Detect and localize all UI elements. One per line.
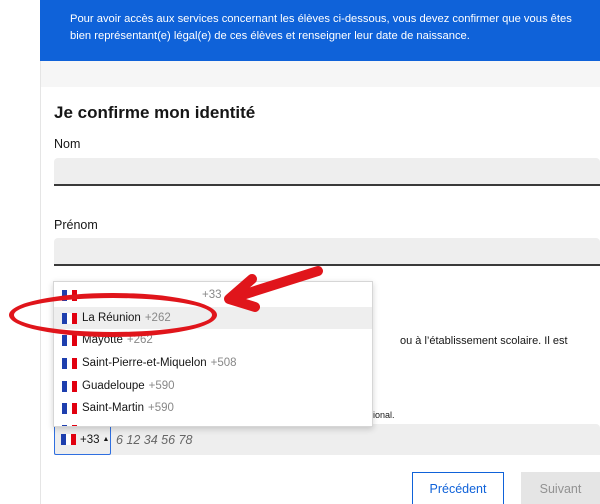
country-dropdown[interactable]: +33 La Réunion +262 Mayotte +262 Saint-P… <box>53 281 373 427</box>
dropdown-item-name: Saint-Pierre-et-Miquelon <box>82 357 207 369</box>
france-flag-icon <box>62 402 77 414</box>
france-flag-icon <box>61 434 76 445</box>
dropdown-item-name: Mayotte <box>82 334 123 346</box>
dropdown-item-code: +508 <box>210 357 237 369</box>
help-text-line: ou à l’établissement scolaire. Il est <box>400 335 568 347</box>
section-band <box>41 61 600 87</box>
last-name-label: Nom <box>54 137 81 151</box>
dropdown-item-name: Saint-Martin <box>82 402 144 414</box>
previous-button[interactable]: Précédent <box>412 472 504 504</box>
france-flag-icon <box>62 357 77 369</box>
france-flag-icon <box>62 334 77 346</box>
first-name-input[interactable] <box>54 238 600 266</box>
help-text-tail: ional. <box>373 410 395 420</box>
dropdown-item[interactable]: +33 <box>54 284 372 306</box>
phone-number-input[interactable] <box>114 424 594 455</box>
caret-up-icon: ▲ <box>102 436 110 443</box>
dropdown-item-saint-pierre-et-miquelon[interactable]: Saint-Pierre-et-Miquelon +508 <box>54 352 372 374</box>
france-flag-icon <box>62 312 77 324</box>
dropdown-item-name: Guadeloupe <box>82 380 145 392</box>
info-banner: Pour avoir accès aux services concernant… <box>40 0 600 61</box>
dropdown-item-code: +262 <box>144 312 171 324</box>
france-flag-icon <box>62 289 77 301</box>
dropdown-item-code: +33 <box>202 289 222 301</box>
france-flag-icon <box>62 424 77 426</box>
dropdown-item-code: +590 <box>148 402 174 414</box>
dropdown-item-name: La Réunion <box>82 312 141 324</box>
section-title: Je confirme mon identité <box>54 103 256 122</box>
dropdown-item-code: +262 <box>126 334 153 346</box>
country-code-value: +33 <box>80 433 100 446</box>
dropdown-item-guadeloupe[interactable]: Guadeloupe +590 <box>54 375 372 397</box>
banner-text: Pour avoir accès aux services concernant… <box>70 13 572 42</box>
dropdown-item-saint-martin[interactable]: Saint-Martin +590 <box>54 397 372 419</box>
country-code-select[interactable]: +33 ▲ <box>54 424 111 455</box>
phone-field: +33 ▲ <box>54 424 600 455</box>
last-name-input[interactable] <box>54 158 600 186</box>
dropdown-item-mayotte[interactable]: Mayotte +262 <box>54 329 372 351</box>
dropdown-item-la-reunion[interactable]: La Réunion +262 <box>54 307 372 329</box>
next-button[interactable]: Suivant <box>521 472 600 504</box>
first-name-label: Prénom <box>54 218 98 232</box>
dropdown-item[interactable] <box>54 419 372 426</box>
dropdown-item-code: +590 <box>148 380 175 392</box>
france-flag-icon <box>62 380 77 392</box>
